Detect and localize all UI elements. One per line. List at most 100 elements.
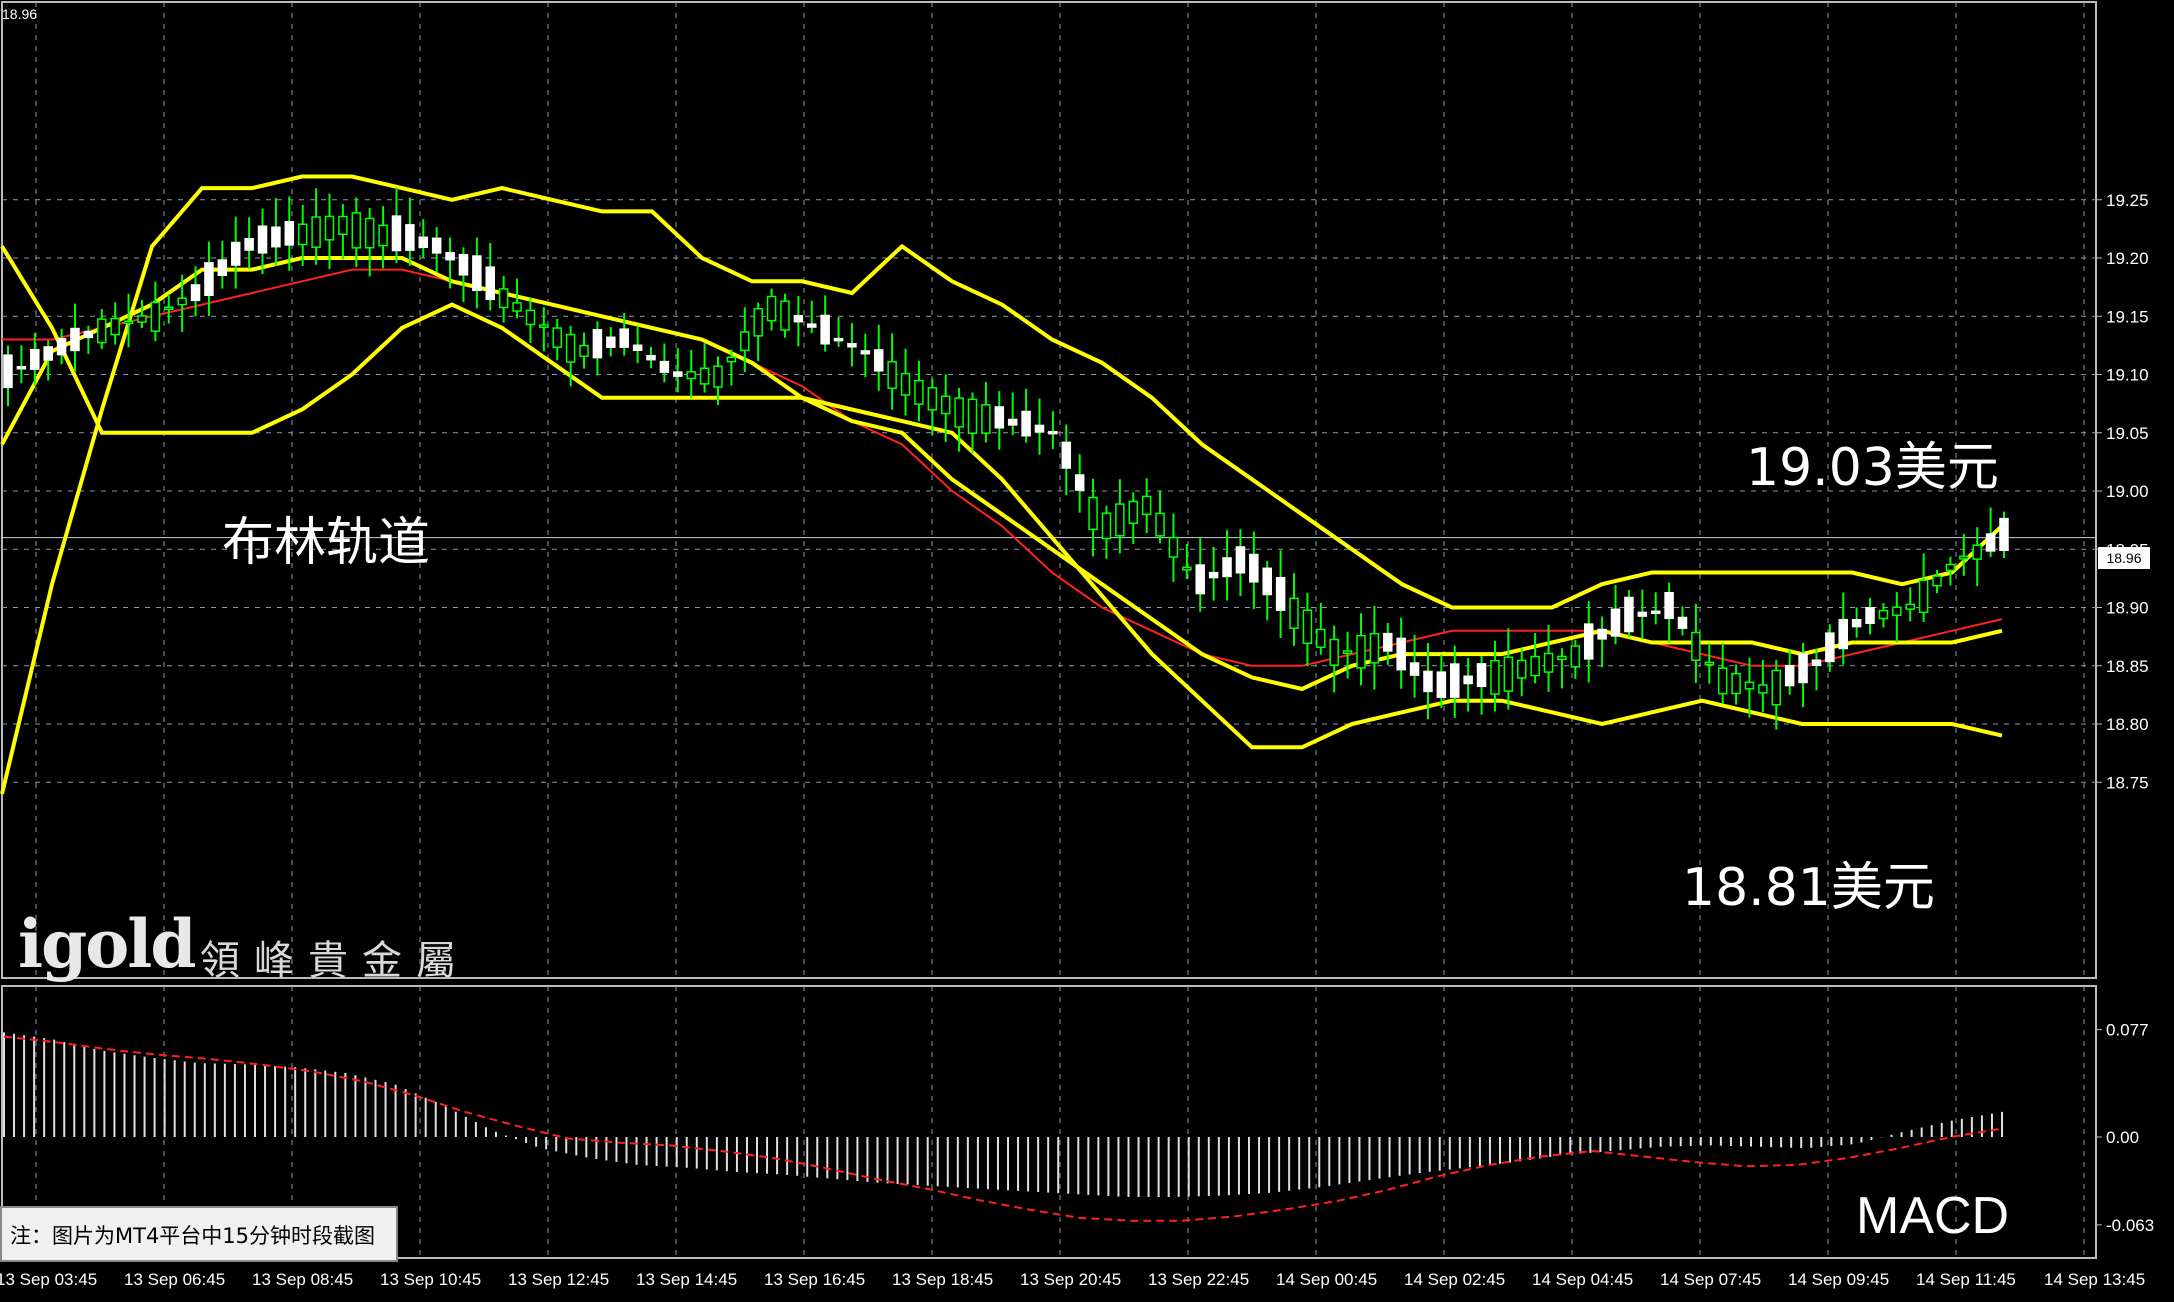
candle-body	[1476, 663, 1487, 688]
candle-body	[164, 306, 174, 311]
candle-body	[766, 295, 777, 322]
candle-body	[485, 266, 496, 301]
x-tick-label: 13 Sep 03:45	[0, 1270, 97, 1289]
candle-body	[1731, 672, 1741, 695]
candle-body	[43, 346, 53, 361]
candle-body	[659, 360, 670, 373]
candle-body	[190, 284, 201, 302]
candle-body	[1825, 632, 1835, 663]
candle-body	[1463, 675, 1473, 685]
candle-body	[1892, 606, 1902, 617]
candle-body	[994, 406, 1005, 429]
current-price-tag: 18.96	[2098, 547, 2150, 569]
candle-body	[364, 217, 375, 249]
top-left-price-label: 18.96	[2, 6, 38, 22]
candle-body	[1744, 681, 1755, 690]
candle-body	[1516, 659, 1527, 679]
candle-body	[592, 329, 603, 359]
candle-body	[967, 398, 978, 435]
candle-body	[619, 328, 629, 348]
candle-body	[726, 356, 737, 363]
candle-body	[1570, 645, 1581, 668]
candle-body	[940, 395, 951, 415]
candle-body	[740, 331, 750, 352]
candle-body	[97, 318, 107, 344]
candle-body	[431, 237, 442, 254]
candle-body	[1128, 500, 1139, 524]
x-tick-label: 14 Sep 09:45	[1788, 1270, 1889, 1289]
candle-body	[1249, 553, 1259, 583]
candle-body	[753, 308, 763, 337]
candle-body	[1396, 637, 1406, 671]
igold-logo: igold	[18, 905, 196, 983]
lower-price-annotation: 18.81美元	[1682, 858, 1935, 918]
candle-body	[565, 333, 576, 363]
x-tick-label: 14 Sep 13:45	[2044, 1270, 2145, 1289]
bollinger-middle-band	[0, 256, 2003, 692]
y-tick-label: 19.15	[2106, 307, 2149, 326]
y-tick-label: 19.05	[2106, 424, 2149, 443]
candle-body	[1865, 607, 1875, 624]
x-tick-label: 14 Sep 02:45	[1404, 1270, 1505, 1289]
candle-body	[1168, 536, 1179, 558]
candle-body	[914, 379, 924, 405]
candle-body	[1034, 424, 1045, 433]
bollinger-label: 布林轨道	[222, 513, 431, 573]
candle-body	[1007, 418, 1018, 426]
candle-body	[833, 337, 844, 342]
candle-body	[525, 309, 536, 326]
candle-body	[244, 237, 254, 251]
candle-body	[1436, 671, 1447, 698]
candle-body	[150, 301, 161, 332]
candle-body	[271, 226, 281, 248]
candle-body	[472, 255, 482, 292]
candle-body	[1999, 517, 2009, 552]
y-tick-label: 18.85	[2106, 657, 2149, 676]
candle-body	[1222, 557, 1232, 578]
candle-body	[445, 251, 455, 261]
candle-body	[1838, 618, 1848, 650]
candle-body	[70, 327, 80, 352]
candle-body	[900, 372, 911, 396]
candle-body	[927, 387, 938, 411]
candle-body	[123, 320, 134, 324]
candle-body	[30, 348, 40, 370]
candle-body	[1450, 663, 1460, 698]
candle-body	[646, 354, 656, 361]
candle-body	[1704, 661, 1715, 666]
candle-body	[311, 216, 321, 248]
candle-body	[981, 404, 991, 434]
candle-body	[673, 371, 683, 377]
y-tick-label: 19.20	[2106, 249, 2149, 268]
candle-body	[887, 360, 897, 389]
candle-body	[1985, 533, 1996, 552]
candle-body	[512, 302, 522, 312]
y-tick-label: 19.10	[2106, 366, 2149, 385]
candle-body	[873, 349, 884, 372]
candle-body	[1583, 623, 1594, 660]
candle-body	[1784, 664, 1795, 687]
candle-body	[539, 324, 549, 328]
candle-body	[579, 344, 589, 357]
x-tick-label: 13 Sep 14:45	[636, 1270, 737, 1289]
chart-canvas: 13 Sep 03:45 13 Sep 06:45 13 Sep 08:45 13 S…	[0, 1, 2154, 1289]
candle-body	[1101, 512, 1112, 540]
candle-body	[498, 288, 509, 309]
candle-body	[686, 371, 696, 380]
candle-body	[1624, 596, 1634, 633]
candle-body	[1369, 632, 1380, 664]
candle-body	[1959, 555, 1969, 560]
candle-body	[1851, 618, 1862, 628]
candle-body	[1557, 655, 1567, 661]
candle-body	[56, 337, 67, 356]
y-tick-label: 19.00	[2106, 482, 2149, 501]
candle-body	[1530, 655, 1540, 677]
candle-body	[1141, 495, 1152, 516]
x-tick-label: 14 Sep 00:45	[1276, 1270, 1377, 1289]
candle-body	[780, 300, 790, 331]
x-tick-label: 13 Sep 20:45	[1020, 1270, 1121, 1289]
y-tick-label: 18.80	[2106, 715, 2149, 734]
candle-body	[378, 224, 388, 247]
candle-body	[847, 342, 857, 348]
x-tick-label: 13 Sep 10:45	[380, 1270, 481, 1289]
